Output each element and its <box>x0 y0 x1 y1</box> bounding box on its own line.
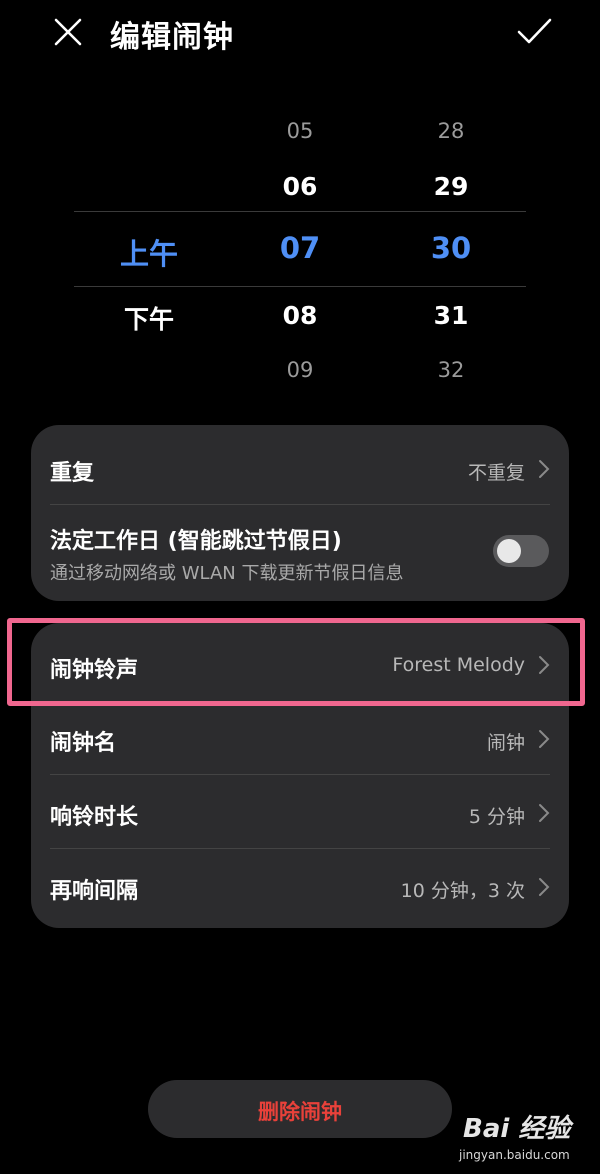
watermark-text: Bai 经验 <box>463 1114 571 1144</box>
alarm-name-row[interactable]: 闹钟名 闹钟 <box>31 701 569 775</box>
settings-card-alarm: 闹钟铃声 Forest Melody 闹钟名 闹钟 响铃时长 5 分钟 再响间隔… <box>31 623 569 928</box>
repeat-label: 重复 <box>50 461 95 486</box>
ringtone-row[interactable]: 闹钟铃声 Forest Melody <box>31 623 569 701</box>
delete-alarm-label: 删除闹钟 <box>258 1100 342 1124</box>
delete-alarm-button[interactable]: 删除闹钟 <box>148 1080 452 1138</box>
hour-option[interactable]: 08 <box>240 301 360 330</box>
repeat-value: 不重复 <box>467 462 525 484</box>
picker-divider-top <box>74 211 526 212</box>
workday-label: 法定工作日 (智能跳过节假日) <box>50 529 342 554</box>
ringtone-label: 闹钟铃声 <box>50 658 139 683</box>
minute-option[interactable]: 28 <box>391 119 511 143</box>
chevron-right-icon <box>539 730 550 748</box>
workday-row: 法定工作日 (智能跳过节假日) 通过移动网络或 WLAN 下载更新节假日信息 <box>31 505 569 601</box>
ampm-selected[interactable]: 上午 <box>89 231 209 273</box>
time-picker: 上午 下午 05 06 07 08 09 28 29 30 31 32 <box>0 100 600 400</box>
snooze-label: 再响间隔 <box>50 879 139 904</box>
minute-option[interactable]: 32 <box>391 358 511 382</box>
snooze-value: 10 分钟，3 次 <box>400 880 525 902</box>
alarm-name-value: 闹钟 <box>486 732 525 754</box>
minute-option[interactable]: 29 <box>391 172 511 201</box>
ring-duration-value: 5 分钟 <box>468 806 525 828</box>
chevron-right-icon <box>539 804 550 822</box>
chevron-right-icon <box>539 460 550 478</box>
ring-duration-row[interactable]: 响铃时长 5 分钟 <box>31 775 569 849</box>
minute-selected[interactable]: 30 <box>391 231 511 265</box>
hour-selected[interactable]: 07 <box>240 231 360 265</box>
close-icon <box>54 18 82 46</box>
header: 编辑闹钟 <box>0 0 600 70</box>
workday-description: 通过移动网络或 WLAN 下载更新节假日信息 <box>50 563 404 584</box>
check-icon <box>517 18 552 44</box>
ampm-option[interactable]: 下午 <box>89 300 209 336</box>
alarm-name-label: 闹钟名 <box>50 731 117 756</box>
hour-option[interactable]: 06 <box>240 172 360 201</box>
repeat-row[interactable]: 重复 不重复 <box>31 425 569 505</box>
watermark-url: jingyan.baidu.com <box>459 1148 570 1162</box>
confirm-button[interactable] <box>514 14 554 50</box>
baidu-watermark: Bai 经验 jingyan.baidu.com <box>455 1108 595 1168</box>
hour-option[interactable]: 05 <box>240 119 360 143</box>
ring-duration-label: 响铃时长 <box>50 805 139 830</box>
ringtone-value: Forest Melody <box>392 654 525 676</box>
minute-option[interactable]: 31 <box>391 301 511 330</box>
close-button[interactable] <box>52 16 84 48</box>
snooze-row[interactable]: 再响间隔 10 分钟，3 次 <box>31 849 569 928</box>
chevron-right-icon <box>539 656 550 674</box>
picker-divider-bottom <box>74 286 526 287</box>
toggle-knob <box>497 539 521 563</box>
chevron-right-icon <box>539 878 550 896</box>
workday-toggle[interactable] <box>493 535 549 567</box>
page-title: 编辑闹钟 <box>110 20 234 55</box>
hour-option[interactable]: 09 <box>240 358 360 382</box>
settings-card-repeat: 重复 不重复 法定工作日 (智能跳过节假日) 通过移动网络或 WLAN 下载更新… <box>31 425 569 601</box>
